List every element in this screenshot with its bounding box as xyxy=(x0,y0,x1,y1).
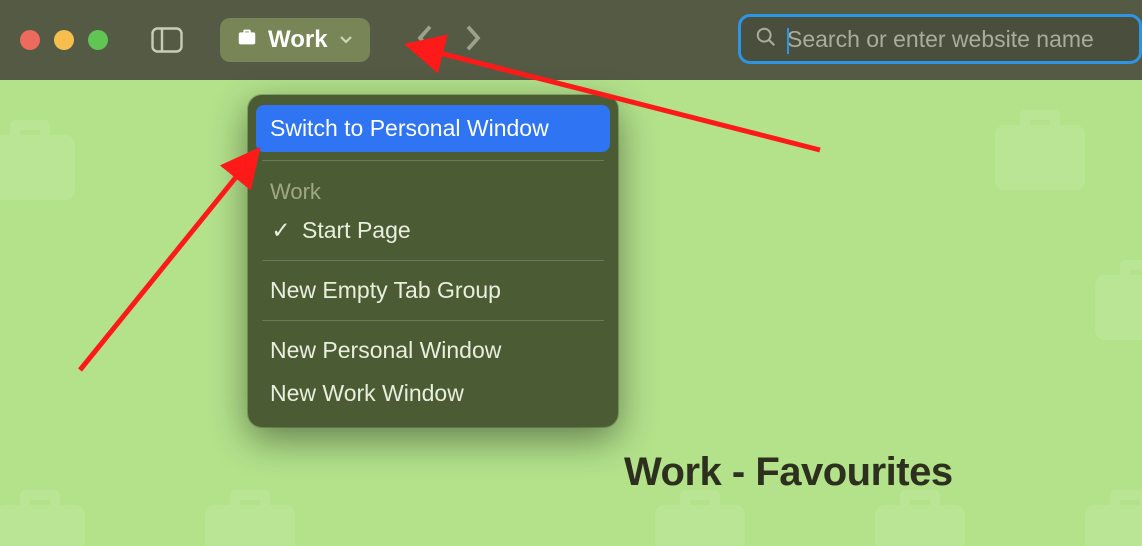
navigation-arrows xyxy=(414,23,484,58)
checkmark-icon: ✓ xyxy=(270,217,292,244)
menu-separator xyxy=(262,160,604,161)
menu-item-label: New Personal Window xyxy=(270,337,501,364)
forward-button[interactable] xyxy=(462,23,484,58)
profile-dropdown-menu: Switch to Personal Window Work ✓ Start P… xyxy=(248,95,618,427)
search-placeholder: Search or enter website name xyxy=(787,26,1094,53)
minimize-window-button[interactable] xyxy=(54,30,74,50)
menu-item-start-page[interactable]: ✓ Start Page xyxy=(248,209,618,252)
close-window-button[interactable] xyxy=(20,30,40,50)
profile-switcher-button[interactable]: Work xyxy=(220,18,370,62)
sidebar-toggle-button[interactable] xyxy=(148,25,186,55)
menu-item-new-personal-window[interactable]: New Personal Window xyxy=(248,329,618,372)
toolbar: Work Search xyxy=(0,0,1142,80)
fullscreen-window-button[interactable] xyxy=(88,30,108,50)
menu-item-switch-personal[interactable]: Switch to Personal Window xyxy=(256,105,610,152)
menu-separator xyxy=(262,260,604,261)
menu-item-new-work-window[interactable]: New Work Window xyxy=(248,372,618,415)
text-caret xyxy=(787,28,789,54)
menu-separator xyxy=(262,320,604,321)
page-title: Work - Favourites xyxy=(624,450,953,495)
menu-section-label: Work xyxy=(248,169,618,209)
address-search-field[interactable]: Search or enter website name xyxy=(738,14,1142,64)
search-icon xyxy=(755,26,777,53)
briefcase-icon xyxy=(236,26,258,55)
chevron-down-icon xyxy=(338,26,354,54)
menu-item-label: Start Page xyxy=(302,217,411,244)
menu-item-label: New Work Window xyxy=(270,380,464,407)
profile-label: Work xyxy=(268,26,328,54)
back-button[interactable] xyxy=(414,23,436,58)
menu-item-label: New Empty Tab Group xyxy=(270,277,501,304)
menu-item-new-empty-group[interactable]: New Empty Tab Group xyxy=(248,269,618,312)
menu-item-label: Switch to Personal Window xyxy=(270,115,549,142)
window-controls xyxy=(20,30,108,50)
